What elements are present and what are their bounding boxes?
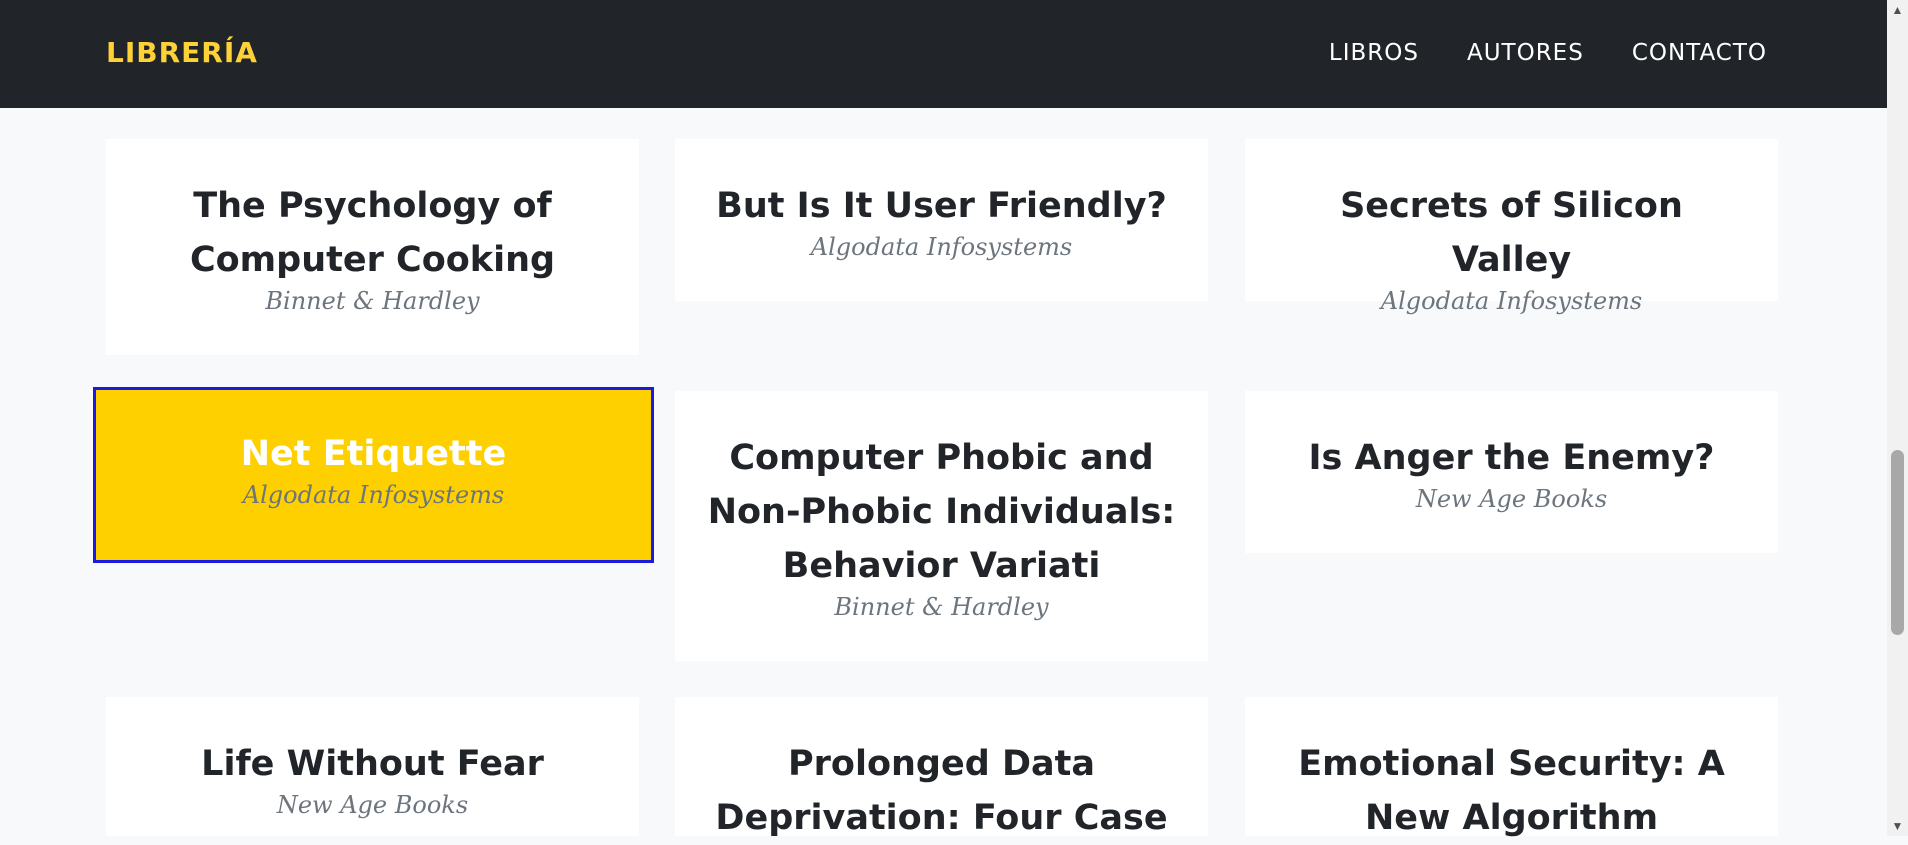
book-title: Emotional Security: A New Algorithm	[1298, 744, 1725, 838]
nav-link-autores[interactable]: AUTORES	[1467, 40, 1584, 66]
top-navbar: LIBRERÍA LIBROS AUTORES CONTACTO	[0, 0, 1887, 108]
book-card[interactable]: Is Anger the Enemy? New Age Books	[1245, 391, 1778, 553]
scrollbar-thumb[interactable]	[1891, 450, 1904, 635]
book-publisher: New Age Books	[1415, 485, 1608, 513]
book-title: Net Etiquette	[240, 434, 507, 474]
book-card[interactable]: Life Without Fear New Age Books	[106, 697, 639, 836]
book-title: But Is It User Friendly?	[716, 186, 1167, 226]
book-publisher: Algodata Infosystems	[242, 481, 505, 509]
scroll-up-arrow-icon[interactable]: ▲	[1887, 0, 1908, 20]
nav-link-libros[interactable]: LIBROS	[1329, 40, 1419, 66]
book-title: Secrets of Silicon Valley	[1340, 186, 1683, 280]
book-card[interactable]: Computer Phobic and Non-Phobic Individua…	[675, 391, 1208, 661]
book-title: Is Anger the Enemy?	[1308, 438, 1715, 478]
book-publisher: Binnet & Hardley	[265, 287, 480, 315]
vertical-scrollbar[interactable]: ▲ ▼	[1887, 0, 1908, 836]
book-card[interactable]: But Is It User Friendly? Algodata Infosy…	[675, 139, 1208, 301]
book-title: Prolonged Data Deprivation: Four Case	[715, 744, 1168, 838]
nav-links: LIBROS AUTORES CONTACTO	[1329, 40, 1767, 66]
book-publisher: New Age Books	[276, 791, 469, 819]
brand-logo[interactable]: LIBRERÍA	[106, 36, 258, 69]
book-card[interactable]: Secrets of Silicon Valley Algodata Infos…	[1245, 139, 1778, 315]
scroll-down-arrow-icon[interactable]: ▼	[1887, 816, 1908, 836]
book-publisher: Binnet & Hardley	[834, 593, 1049, 621]
nav-link-contacto[interactable]: CONTACTO	[1632, 40, 1767, 66]
book-card[interactable]: Emotional Security: A New Algorithm	[1245, 697, 1778, 838]
book-card[interactable]: The Psychology of Computer Cooking Binne…	[106, 139, 639, 355]
book-title: Computer Phobic and Non-Phobic Individua…	[707, 438, 1176, 586]
book-card-selected[interactable]: Net Etiquette Algodata Infosystems	[93, 387, 654, 563]
book-title: The Psychology of Computer Cooking	[189, 186, 556, 280]
book-title: Life Without Fear	[201, 744, 544, 784]
book-card[interactable]: Prolonged Data Deprivation: Four Case	[675, 697, 1208, 838]
book-publisher: Algodata Infosystems	[1380, 287, 1643, 315]
book-publisher: Algodata Infosystems	[810, 233, 1073, 261]
